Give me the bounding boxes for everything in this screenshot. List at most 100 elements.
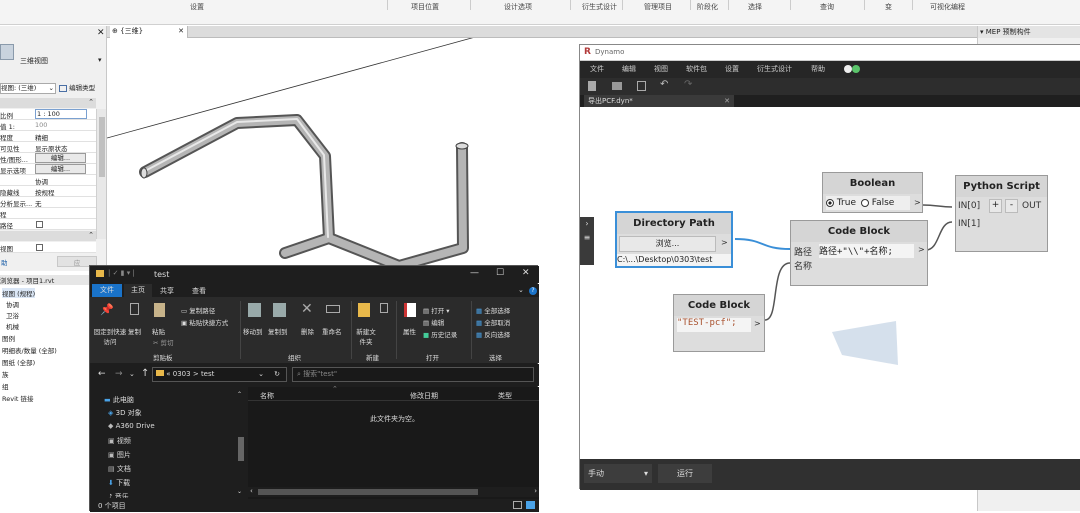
browser-item[interactable]: 图纸 (全部) — [2, 357, 35, 367]
input-port-name[interactable]: 名称 — [794, 259, 812, 272]
column-type[interactable]: 类型 — [498, 391, 512, 401]
scroll-down-icon[interactable]: ⌄ — [237, 488, 242, 495]
tiles-view-icon[interactable] — [526, 501, 535, 509]
browser-item[interactable]: 机械 — [6, 321, 19, 331]
details-view-icon[interactable] — [513, 501, 522, 509]
ribbon-tab[interactable]: 变 — [885, 2, 892, 12]
ribbon-tab[interactable]: 衍生式设计 — [582, 2, 617, 12]
breadcrumb-overflow[interactable]: « — [166, 370, 170, 378]
open-button[interactable]: ▤ 打开 ▾ — [423, 305, 450, 315]
menu-item[interactable]: 编辑 — [622, 64, 636, 74]
collapse-icon[interactable]: ⌃ — [88, 231, 94, 239]
paste-button[interactable]: 粘贴 — [152, 326, 165, 336]
new-folder-button[interactable]: 新建文件夹 — [354, 326, 378, 346]
ribbon-tab[interactable]: 设置 — [190, 2, 204, 12]
scroll-up-icon[interactable]: ⌃ — [237, 391, 242, 398]
checkbox[interactable] — [36, 244, 43, 251]
properties-help-link[interactable]: 助 — [1, 257, 8, 267]
collapse-icon[interactable]: ⌃ — [88, 98, 94, 106]
back-icon[interactable]: ← — [98, 369, 106, 379]
ribbon-tab[interactable]: 阶段化 — [697, 2, 718, 12]
column-date[interactable]: 修改日期 — [410, 391, 438, 401]
ribbon-tab[interactable]: 可视化编程 — [930, 2, 965, 12]
input-port-0[interactable]: IN[0] — [958, 201, 980, 211]
nav-documents[interactable]: ▤ 文档 — [108, 464, 131, 474]
menu-item[interactable]: 衍生式设计 — [757, 64, 792, 74]
paste-shortcut-button[interactable]: ▣ 粘贴快捷方式 — [181, 317, 228, 327]
select-all-button[interactable]: ▦ 全部选择 — [476, 305, 510, 315]
chevron-down-icon[interactable]: ⌄ — [518, 286, 524, 294]
scroll-thumb[interactable] — [238, 437, 244, 461]
menu-item[interactable]: 设置 — [725, 64, 739, 74]
nav-videos[interactable]: ▣ 视频 — [108, 436, 131, 446]
node-code-block-name[interactable]: Code Block "TEST-pcf"; > — [673, 294, 765, 352]
quick-access-icons[interactable]: | ✓ ▮ ▾ | — [108, 269, 135, 277]
boolean-toggle[interactable]: True False — [826, 196, 910, 210]
copy-to-button[interactable]: 复制到 — [268, 326, 288, 336]
invert-selection-button[interactable]: ▦ 反向选择 — [476, 329, 510, 339]
add-input-button[interactable]: + — [989, 199, 1002, 213]
tab-share[interactable]: 共享 — [160, 286, 174, 296]
code-editor[interactable]: "TEST-pcf"; — [677, 318, 751, 332]
refresh-icon[interactable]: ↻ — [274, 368, 280, 381]
up-icon[interactable]: ↑ — [141, 368, 149, 379]
menu-item[interactable]: 帮助 — [811, 64, 825, 74]
input-port-path[interactable]: 路径 — [794, 245, 812, 258]
ribbon-tab[interactable]: 项目位置 — [411, 2, 439, 12]
ribbon-tab[interactable]: 查询 — [820, 2, 834, 12]
nav-scrollbar[interactable]: ⌃ ⌄ — [237, 391, 245, 495]
code-editor[interactable]: 路径+"\\"+名称; — [819, 244, 914, 258]
browser-item[interactable]: 协调 — [6, 299, 19, 309]
undo-icon[interactable]: ↶ — [660, 79, 668, 90]
tab-export-pcf[interactable]: 导出PCF.dyn* ✕ — [584, 95, 734, 107]
browser-item[interactable]: 视图 (规程) — [2, 288, 36, 298]
chevron-down-icon[interactable]: ⌄ — [258, 368, 264, 381]
maximize-icon[interactable]: ☐ — [496, 268, 504, 278]
edit-display-button[interactable]: 编辑... — [35, 164, 86, 174]
browser-item[interactable]: Revit 链接 — [2, 393, 34, 403]
output-port[interactable]: > — [754, 319, 761, 328]
property-value[interactable]: 无 — [35, 198, 42, 207]
menu-item[interactable]: 软件包 — [686, 64, 707, 74]
status-icon[interactable] — [852, 65, 860, 73]
browser-item[interactable]: 族 — [2, 369, 9, 379]
ribbon-tab[interactable]: 管理项目 — [644, 2, 672, 12]
nav-pictures[interactable]: ▣ 图片 — [108, 450, 131, 460]
run-mode-dropdown[interactable]: 手动 ▾ — [584, 464, 652, 483]
output-port[interactable]: > — [914, 198, 921, 207]
checkbox[interactable] — [36, 221, 43, 228]
edit-button[interactable]: ▤ 编辑 — [423, 317, 444, 327]
breadcrumb-item[interactable]: test — [201, 370, 214, 378]
nav-this-pc[interactable]: ▬ 此电脑 — [104, 395, 134, 405]
notification-icon[interactable] — [844, 65, 852, 73]
nav-3d-objects[interactable]: ◈ 3D 对象 — [108, 408, 142, 418]
scroll-right-icon[interactable]: › — [534, 487, 537, 495]
browser-item[interactable]: 卫浴 — [6, 310, 19, 320]
tab-view[interactable]: 查看 — [192, 286, 206, 296]
input-port-1[interactable]: IN[1] — [958, 219, 980, 229]
delete-button[interactable]: 删除 — [301, 326, 314, 336]
select-none-button[interactable]: ▦ 全部取消 — [476, 317, 510, 327]
node-boolean[interactable]: Boolean True False > — [822, 172, 923, 213]
node-directory-path[interactable]: Directory Path 浏览... > C:\...\Desktop\03… — [615, 211, 733, 268]
pin-quick-access-button[interactable]: 固定到快速访问 — [93, 326, 127, 346]
output-port[interactable]: > — [721, 238, 728, 247]
radio-false[interactable] — [860, 198, 869, 207]
nav-downloads[interactable]: ⬇ 下载 — [108, 478, 130, 488]
new-file-icon[interactable] — [588, 81, 596, 91]
scroll-thumb[interactable] — [258, 489, 478, 495]
history-button[interactable]: ■ 历史记录 — [423, 329, 457, 339]
tab-3d-view[interactable]: ⊕ {三维} ✕ — [110, 26, 188, 38]
close-icon[interactable]: ✕ — [178, 26, 184, 37]
close-icon[interactable]: ✕ — [724, 95, 730, 107]
property-value[interactable]: 协调 — [35, 176, 48, 185]
tab-file[interactable]: 文件 — [92, 284, 122, 297]
output-port[interactable]: > — [918, 245, 925, 254]
radio-true[interactable] — [826, 198, 834, 207]
copy-button[interactable]: 复制 — [128, 326, 141, 336]
rename-button[interactable]: 重命名 — [322, 326, 342, 336]
cut-button[interactable]: ✂ 剪切 — [153, 337, 174, 347]
view-select-dropdown[interactable]: 视图: (三维) ⌄ — [0, 83, 56, 94]
chevron-down-icon[interactable]: ▾ — [980, 28, 984, 36]
edit-graphics-button[interactable]: 编辑... — [35, 153, 86, 163]
